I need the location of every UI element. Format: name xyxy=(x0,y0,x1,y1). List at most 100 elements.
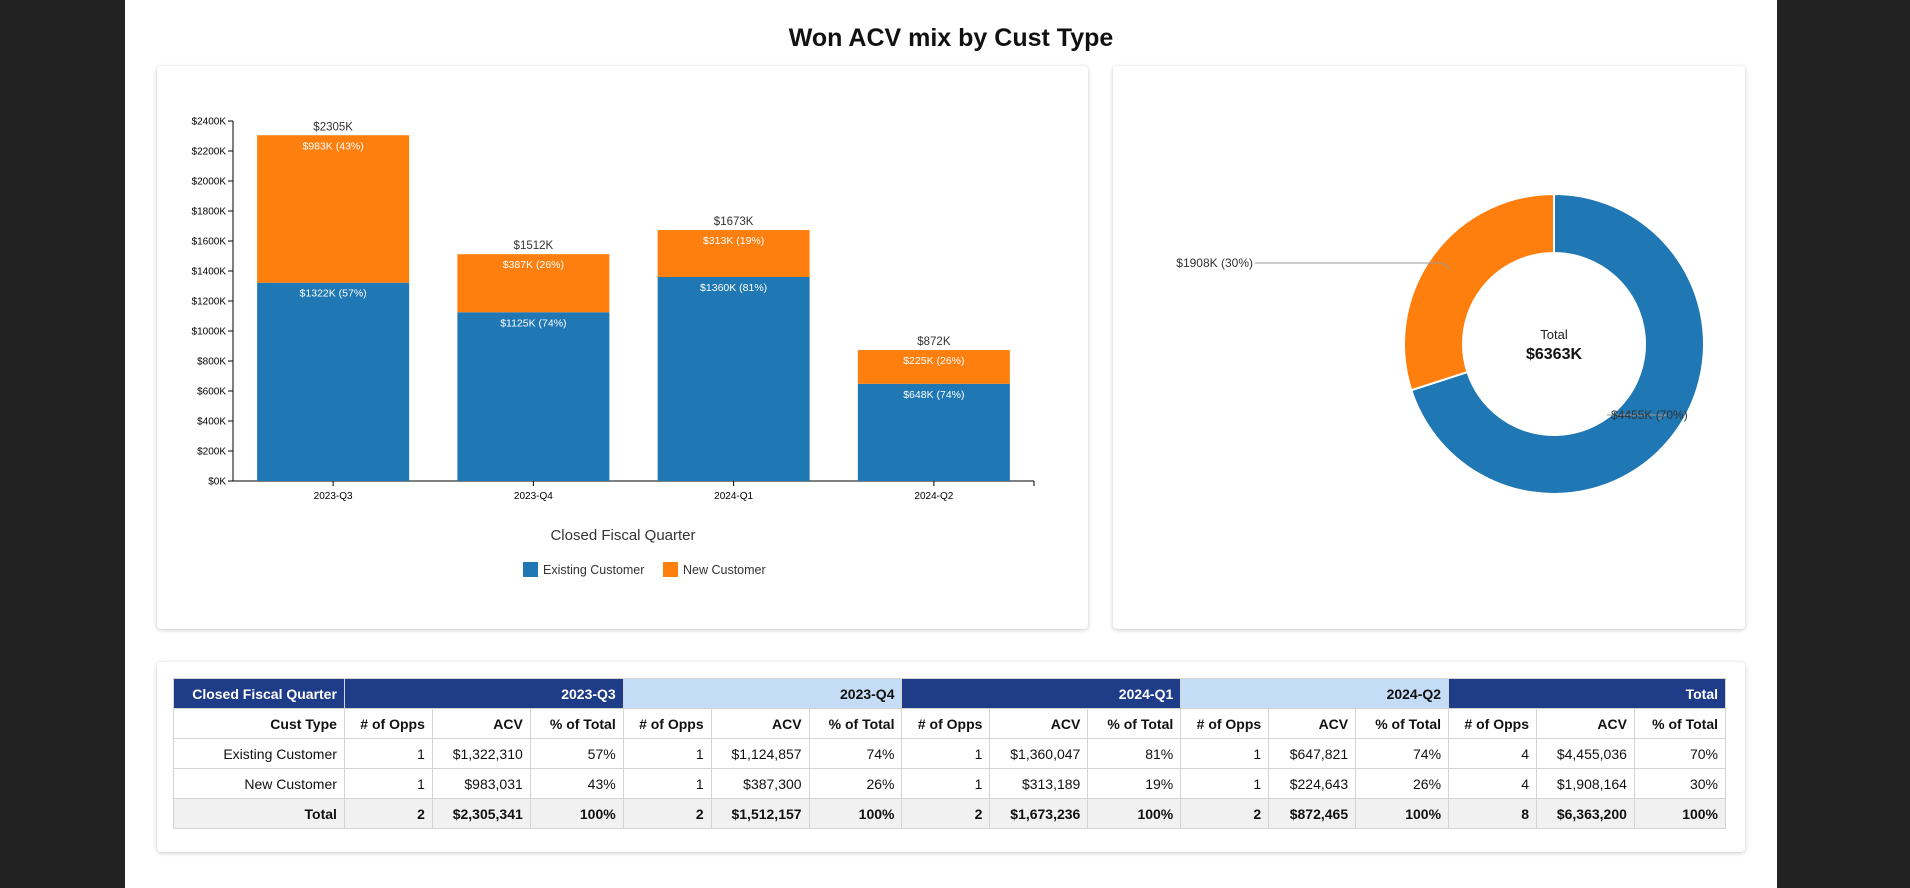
bar-data-label: $983K (43%) xyxy=(302,140,363,152)
table-cell: 1 xyxy=(1180,738,1270,769)
bar-data-label: $387K (26%) xyxy=(503,259,564,271)
bar-segment-existing xyxy=(657,277,810,481)
summary-table-card: Closed Fiscal Quarter 2023-Q3 2023-Q4 20… xyxy=(157,662,1745,852)
table-cell: 74% xyxy=(1355,738,1450,769)
y-tick-label: $400K xyxy=(197,417,226,428)
y-tick-label: $800K xyxy=(197,357,226,368)
table-cell: 57% xyxy=(529,738,624,769)
table-cell: 26% xyxy=(1355,768,1450,799)
table-cell: $1,512,157 xyxy=(710,798,810,829)
corner-header: Closed Fiscal Quarter xyxy=(173,678,345,709)
y-tick-label: $1400K xyxy=(192,267,227,278)
bar-data-label: $225K (26%) xyxy=(903,355,964,367)
column-header: # of Opps xyxy=(622,708,712,739)
table-cell: $1,673,236 xyxy=(989,798,1089,829)
dashboard-page: Won ACV mix by Cust Type $0K $200K $400K $6… xyxy=(125,0,1777,888)
table-cell: 1 xyxy=(1180,768,1270,799)
table-cell: 4 xyxy=(1448,738,1537,769)
x-tick-label: 2024-Q2 xyxy=(914,491,953,502)
x-tick-label: 2023-Q4 xyxy=(514,491,553,502)
table-cell: 100% xyxy=(1087,798,1182,829)
group-header: 2024-Q2 xyxy=(1180,678,1450,709)
table-cell: 2 xyxy=(1180,798,1270,829)
table-total-row: Total 2 $2,305,341 100% 2 $1,512,157 100% 2 $1,6… xyxy=(173,798,1727,829)
bar-data-label: $1125K (74%) xyxy=(500,317,566,329)
column-header: % of Total xyxy=(808,708,903,739)
bar-segment-existing xyxy=(457,312,610,481)
table-cell: 100% xyxy=(808,798,903,829)
table-body: Existing Customer 1 $1,322,310 57% 1 $1,124,8… xyxy=(173,738,1727,829)
y-tick-label: $1200K xyxy=(192,297,227,308)
x-tick-label: 2024-Q1 xyxy=(714,491,753,502)
row-label: Existing Customer xyxy=(173,738,345,769)
table-cell: 100% xyxy=(529,798,624,829)
group-header: 2023-Q3 xyxy=(343,678,624,709)
table-cell: 2 xyxy=(901,798,991,829)
summary-table: Closed Fiscal Quarter 2023-Q3 2023-Q4 20… xyxy=(173,678,1727,829)
table-cell: 1 xyxy=(343,768,433,799)
table-cell: $387,300 xyxy=(710,768,810,799)
row-label: New Customer xyxy=(173,768,345,799)
page-title: Won ACV mix by Cust Type xyxy=(788,24,1114,52)
x-axis-title: Closed Fiscal Quarter xyxy=(550,527,695,544)
table-cell: 4 xyxy=(1448,768,1537,799)
table-cell: $647,821 xyxy=(1268,738,1357,769)
table-cell: 70% xyxy=(1633,738,1727,769)
y-tick-label: $1000K xyxy=(192,327,227,338)
y-tick-label: $2200K xyxy=(192,147,227,158)
column-header: # of Opps xyxy=(343,708,433,739)
table-group-header-row: Closed Fiscal Quarter 2023-Q3 2023-Q4 20… xyxy=(173,678,1726,709)
bar-total-label: $2305K xyxy=(313,121,353,133)
table-cell: $4,455,036 xyxy=(1535,738,1635,769)
table-cell: 2 xyxy=(622,798,712,829)
y-tick-label: $200K xyxy=(197,447,226,458)
column-header: % of Total xyxy=(1087,708,1182,739)
table-cell: 1 xyxy=(901,768,991,799)
y-tick-label: $1600K xyxy=(192,237,227,248)
legend-swatch-existing xyxy=(523,562,538,577)
bar-data-label: $648K (74%) xyxy=(903,389,964,401)
y-tick-label: $2000K xyxy=(192,177,227,188)
donut-chart-card: $4455K (70%) $1908K (30%) Total $6363K xyxy=(1113,66,1745,629)
legend-label: New Customer xyxy=(683,563,766,577)
bar-data-label: $1360K (81%) xyxy=(700,282,767,294)
column-header: ACV xyxy=(1535,708,1635,739)
bar-data-label: $313K (19%) xyxy=(703,235,764,247)
y-tick-label: $1800K xyxy=(192,207,227,218)
column-header: ACV xyxy=(1268,708,1357,739)
row-label: Total xyxy=(173,798,345,829)
column-header: % of Total xyxy=(1633,708,1727,739)
table-cell: 100% xyxy=(1355,798,1450,829)
bar-chart-card: $0K $200K $400K $600K $800K $1000K $1200K $1400… xyxy=(157,66,1088,629)
bar-total-label: $1673K xyxy=(714,216,754,228)
table-subheader-row: Cust Type # of Opps ACV % of Total # of … xyxy=(173,708,1727,739)
table-cell: 1 xyxy=(343,738,433,769)
stacked-bar-chart: $0K $200K $400K $600K $800K $1000K $1200K $1400… xyxy=(192,117,1035,577)
donut-chart: $4455K (70%) $1908K (30%) Total $6363K xyxy=(1176,192,1705,495)
donut-slice-label: $1908K (30%) xyxy=(1176,256,1253,270)
table-row: Existing Customer 1 $1,322,310 57% 1 $1,124,8… xyxy=(173,738,1727,769)
bar-data-label: $1322K (57%) xyxy=(300,288,367,300)
donut-center-value: $6363K xyxy=(1526,346,1582,363)
table-cell: 2 xyxy=(343,798,433,829)
bar-total-label: $1512K xyxy=(514,240,554,252)
bar-total-label: $872K xyxy=(917,336,951,348)
table-cell: 43% xyxy=(529,768,624,799)
column-header: % of Total xyxy=(529,708,624,739)
donut-leader-line xyxy=(1255,262,1451,269)
table-cell: 19% xyxy=(1087,768,1182,799)
table-cell: 30% xyxy=(1633,768,1727,799)
table-cell: 1 xyxy=(901,738,991,769)
column-header: # of Opps xyxy=(901,708,991,739)
column-header: % of Total xyxy=(1355,708,1450,739)
table-cell: 1 xyxy=(622,768,712,799)
legend-label: Existing Customer xyxy=(543,563,644,577)
column-header: ACV xyxy=(989,708,1089,739)
y-tick-label: $2400K xyxy=(192,117,227,128)
group-header: 2023-Q4 xyxy=(622,678,903,709)
table-cell: $6,363,200 xyxy=(1535,798,1635,829)
table-cell: $2,305,341 xyxy=(431,798,531,829)
y-tick-label: $0K xyxy=(208,477,226,488)
group-header: 2024-Q1 xyxy=(901,678,1182,709)
table-cell: 74% xyxy=(808,738,903,769)
